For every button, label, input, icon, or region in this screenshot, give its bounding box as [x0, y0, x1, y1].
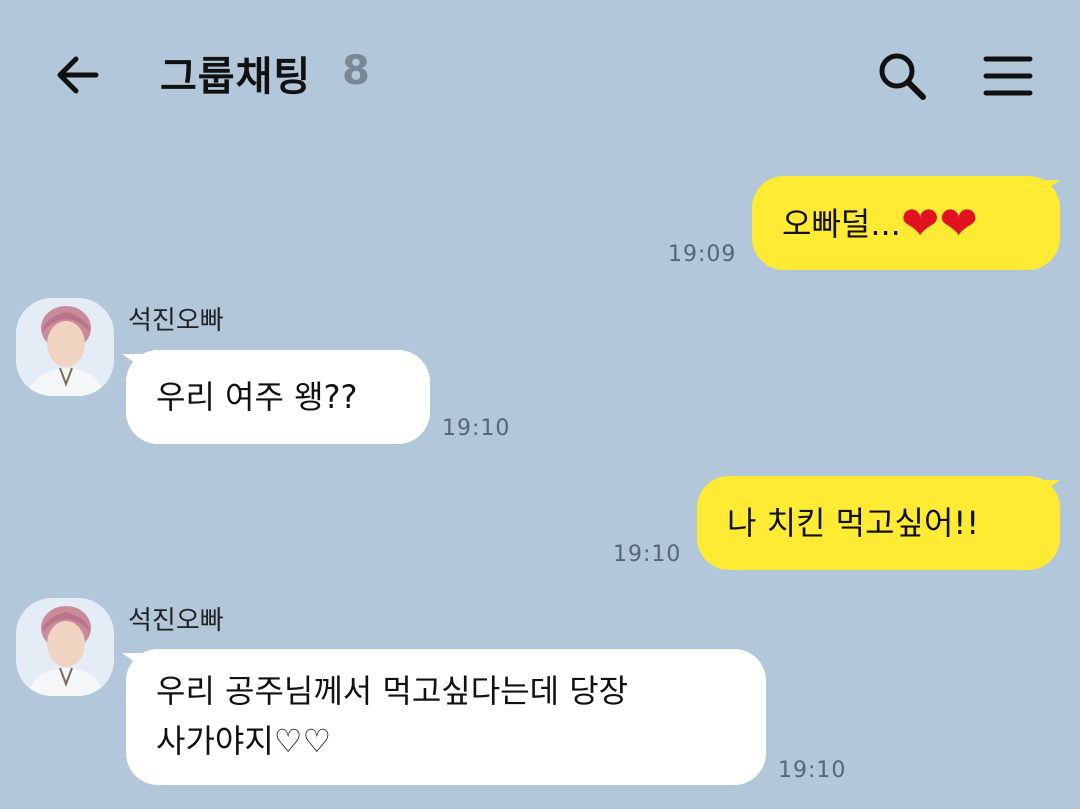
bubble-tail — [1040, 480, 1060, 494]
their-message-bubble[interactable]: 우리 여주 왱?? — [126, 350, 430, 444]
chat-title: 그룹채팅 — [160, 54, 312, 100]
hamburger-menu-icon — [983, 56, 1033, 96]
sender-name: 석진오빠 — [128, 606, 224, 636]
my-message-bubble[interactable]: 오빠덜...❤❤ — [752, 176, 1060, 270]
message-time: 19:10 — [613, 542, 682, 567]
message-text-line: 우리 공주님께서 먹고싶다는데 당장 — [156, 672, 629, 710]
avatar[interactable] — [16, 598, 114, 696]
their-message-bubble[interactable]: 우리 공주님께서 먹고싶다는데 당장 사가야지♡♡ — [126, 649, 766, 785]
message-text: 우리 여주 왱?? — [156, 378, 358, 416]
avatar[interactable] — [16, 298, 114, 396]
back-button[interactable] — [50, 48, 104, 102]
avatar-photo — [16, 598, 114, 696]
member-count: 8 — [342, 48, 370, 94]
back-arrow-icon — [57, 56, 99, 94]
message-text: 나 치킨 먹고싶어!! — [727, 504, 980, 542]
message-time: 19:09 — [668, 242, 737, 267]
sender-name: 석진오빠 — [128, 306, 224, 336]
search-button[interactable] — [872, 46, 932, 106]
message-time: 19:10 — [442, 416, 511, 441]
heart-emoji: ❤❤ — [900, 196, 978, 250]
search-icon — [879, 53, 926, 100]
my-message-bubble[interactable]: 나 치킨 먹고싶어!! — [697, 476, 1060, 570]
avatar-photo — [16, 298, 114, 396]
message-text-line: 사가야지♡♡ — [156, 722, 332, 760]
menu-button[interactable] — [978, 46, 1038, 106]
chat-header: 그룹채팅 8 — [0, 0, 1080, 150]
bubble-tail — [1040, 180, 1060, 194]
message-time: 19:10 — [778, 758, 847, 783]
message-text: 오빠덜... — [782, 205, 901, 243]
